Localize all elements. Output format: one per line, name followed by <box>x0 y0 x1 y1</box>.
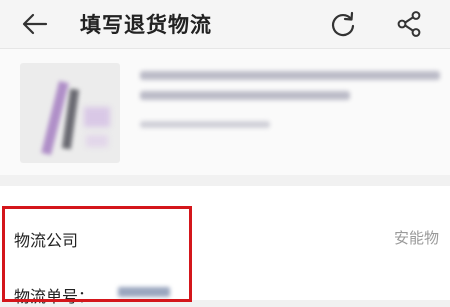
product-title-blurred <box>140 71 440 80</box>
share-icon <box>397 11 421 37</box>
page-title: 填写退货物流 <box>80 13 212 37</box>
highlight-box <box>2 206 192 302</box>
product-spec-blurred <box>140 121 270 128</box>
product-thumbnail <box>20 63 120 163</box>
product-title-blurred-line2 <box>140 91 350 100</box>
refresh-icon <box>331 11 355 37</box>
back-button[interactable] <box>18 8 52 40</box>
share-button[interactable] <box>392 7 426 41</box>
arrow-left-icon <box>22 13 48 35</box>
top-bar: 填写退货物流 <box>0 0 450 49</box>
logistics-company-select[interactable]: 安能物 <box>394 227 439 248</box>
refresh-button[interactable] <box>326 7 360 41</box>
product-card <box>0 49 450 175</box>
